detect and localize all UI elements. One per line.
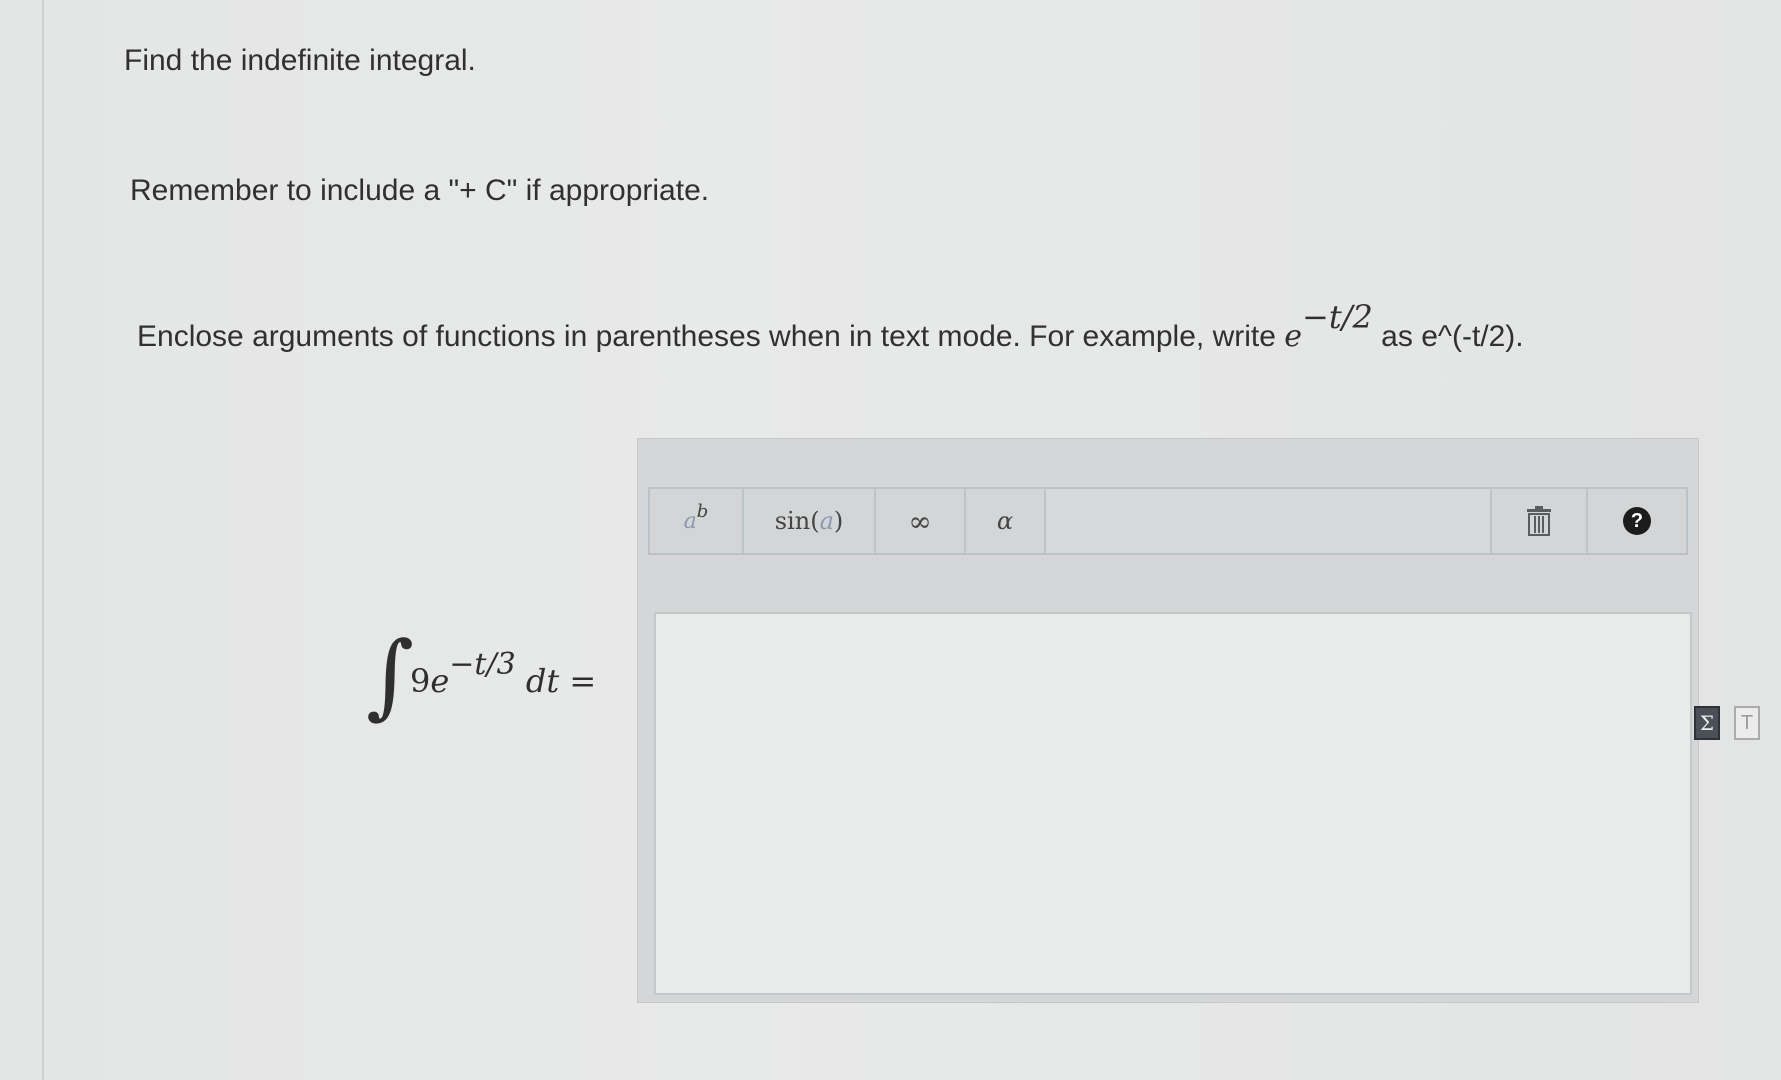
example-base: e [1284, 319, 1303, 354]
sin-close-paren: ) [833, 507, 844, 535]
trash-icon [1527, 506, 1551, 536]
greek-letters-button[interactable]: α [966, 489, 1046, 553]
clear-button[interactable] [1492, 489, 1588, 553]
sin-label: sin [774, 507, 811, 535]
example-exponent: −t/2 [1302, 298, 1373, 336]
help-button[interactable]: ? [1588, 489, 1686, 553]
infinity-button[interactable]: ∞ [876, 489, 966, 553]
sin-arg-placeholder: a [819, 507, 834, 535]
sin-function-button[interactable]: sin (a) [744, 489, 876, 553]
help-icon: ? [1623, 507, 1651, 535]
answer-input-area[interactable] [654, 612, 1692, 995]
equation-mode-icon[interactable]: Σ [1694, 706, 1720, 740]
integrand-exponent: −t/3 [449, 647, 516, 682]
text-mode-icon[interactable]: T [1734, 706, 1760, 740]
infinity-label: ∞ [908, 504, 932, 538]
toolbar-spacer [1046, 489, 1492, 553]
integrand: 9e−t/3 dt = [410, 647, 597, 700]
editor-toolbar: ab sin (a) ∞ α ? [648, 487, 1688, 555]
enclose-text-before: Enclose arguments of functions in parent… [137, 320, 1285, 353]
integral-sign: ∫ [366, 622, 414, 729]
left-divider [42, 0, 44, 1080]
integrand-coefficient: 9 [410, 662, 431, 700]
exponent-base-placeholder: a [683, 508, 697, 534]
differential-equals: dt = [525, 662, 597, 700]
page: Find the indefinite integral. Remember t… [0, 0, 1781, 1080]
exponent-power-placeholder: b [696, 500, 709, 522]
question-title: Find the indefinite integral. [124, 44, 476, 77]
reminder-text: Remember to include a "+ C" if appropria… [130, 174, 710, 207]
sin-open-paren: ( [810, 507, 820, 535]
integrand-base: e [430, 662, 450, 700]
enclose-text-after: as e^(-t/2). [1372, 320, 1524, 353]
alpha-label: α [996, 507, 1014, 535]
math-answer-editor: ab sin (a) ∞ α ? [637, 438, 1699, 1003]
enclose-instruction: Enclose arguments of functions in parent… [137, 298, 1524, 354]
exponent-button[interactable]: ab [650, 489, 744, 553]
